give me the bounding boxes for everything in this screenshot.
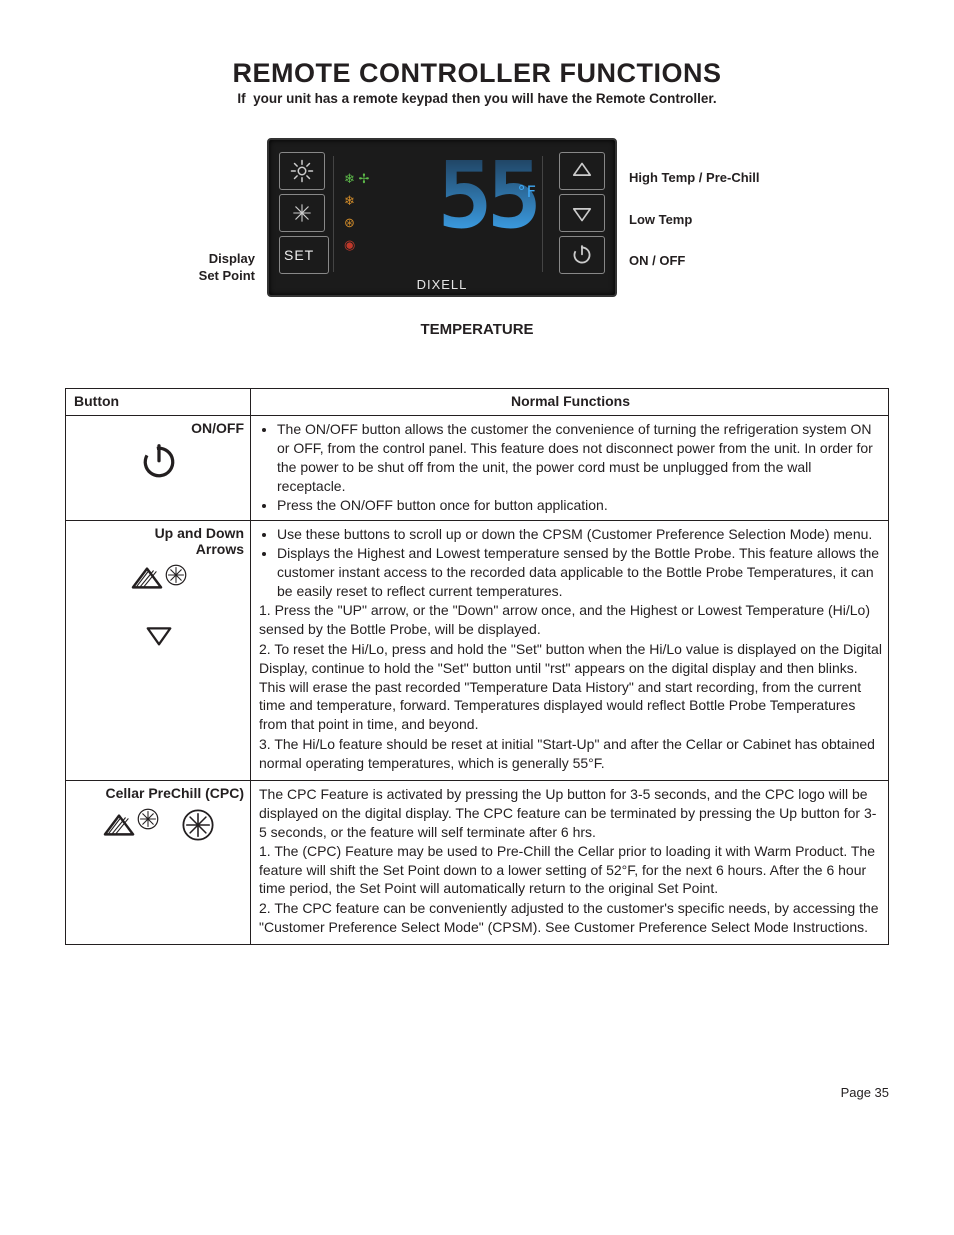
status-icons: ❄ ✢ ❄ ⊛ ◉ [344,168,369,256]
button-cell-onoff: ON/OFF [66,416,251,521]
list-item: The ON/OFF button allows the customer th… [277,420,882,496]
callout-on-off: ON / OFF [629,252,789,270]
button-cell-cpc: Cellar PreChill (CPC) [66,781,251,945]
function-cell: The ON/OFF button allows the customer th… [251,416,889,521]
subtitle-prefix: If [237,91,245,106]
subtitle-rest: your unit has a remote keypad then you w… [253,91,717,106]
left-callouts: Display Set Point [165,250,255,285]
step-item: 1. The (CPC) Feature may be used to Pre-… [259,842,882,899]
button-label: Cellar PreChill (CPC) [74,785,244,801]
page-subtitle: If your unit has a remote keypad then yo… [65,91,889,106]
temperature-unit: °F [517,182,536,201]
table-row: ON/OFF The ON/OFF button allows the cust… [66,416,889,521]
step-item: 2. To reset the Hi/Lo, press and hold th… [259,640,882,734]
lcd-screen: ❄ ✢ ❄ ⊛ ◉ 55 °F [333,156,543,272]
up-button[interactable] [559,152,605,190]
list-item: Press the ON/OFF button once for button … [277,496,882,515]
list-item: Use these buttons to scroll up or down t… [277,525,882,544]
list-item: Displays the Highest and Lowest temperat… [277,544,882,601]
set-button[interactable]: SET [279,236,329,274]
step-item: 1. Press the "UP" arrow, or the "Down" a… [259,601,882,639]
power-button[interactable] [559,236,605,274]
snowflake-circle-icon [164,569,188,585]
dixell-controller: SET ❄ ✢ ❄ ⊛ ◉ 55 °F DIXELL [267,138,617,297]
snowflake-circle-icon [136,816,160,832]
button-label: ON/OFF [74,420,244,436]
down-arrow-icon [142,625,176,641]
cpc-icon: ⊛ [344,215,355,230]
step-item: 3. The Hi/Lo feature should be reset at … [259,735,882,773]
defrost-button[interactable] [279,194,325,232]
function-cell: The CPC Feature is activated by pressing… [251,781,889,945]
light-button[interactable] [279,152,325,190]
button-cell-arrows: Up and Down Arrows [66,521,251,781]
up-arrow-icon [130,569,164,585]
fan-icon: ✢ [359,171,370,186]
table-row: Up and Down Arrows Use these buttons to … [66,521,889,781]
step-item: 2. The CPC feature can be conveniently a… [259,899,882,937]
button-label: Up and Down Arrows [74,525,244,557]
function-cell: Use these buttons to scroll up or down t… [251,521,889,781]
snowflake-icon: ❄ [344,193,355,208]
page-title: REMOTE CONTROLLER FUNCTIONS [65,58,889,89]
cpc-icons [74,807,244,843]
intro-text: The CPC Feature is activated by pressing… [259,785,882,842]
callout-low-temp: Low Temp [629,211,789,229]
up-arrow-icon [102,816,136,832]
down-button[interactable] [559,194,605,232]
button-label-line: Arrows [196,541,244,557]
section-heading-temperature: TEMPERATURE [65,321,889,338]
snowflake-circle-icon [180,816,216,832]
device-brand: DIXELL [269,277,615,292]
arrow-icons [74,563,244,649]
page-number: Page 35 [65,1085,889,1100]
col-header-functions: Normal Functions [251,389,889,416]
callout-display: Display [209,251,255,266]
set-button-label: SET [284,247,314,263]
controller-figure: Display Set Point SET ❄ ✢ ❄ ⊛ [65,138,889,297]
right-callouts: High Temp / Pre-Chill Low Temp ON / OFF [629,169,789,270]
callout-setpoint: Set Point [199,268,255,283]
functions-table: Button Normal Functions ON/OFF The ON/OF… [65,388,889,945]
button-label-line: Up and Down [155,525,244,541]
snowflake-icon: ❄ [344,171,355,186]
col-header-button: Button [66,389,251,416]
callout-high-temp: High Temp / Pre-Chill [629,169,789,187]
power-icon [74,442,244,482]
table-row: Cellar PreChill (CPC) The CPC Feature is… [66,781,889,945]
alarm-icon: ◉ [344,237,355,252]
